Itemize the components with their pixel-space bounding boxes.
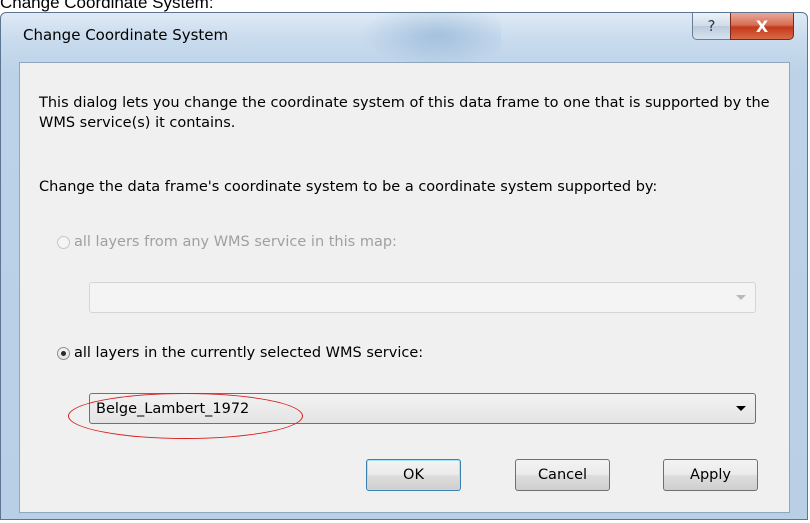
titlebar-decoration	[361, 13, 501, 68]
radio-all-services-row: all layers from any WMS service in this …	[57, 234, 397, 250]
radio-all-services[interactable]	[57, 235, 70, 249]
change-label: Change the data frame's coordinate syste…	[39, 179, 658, 195]
ok-button[interactable]: OK	[366, 459, 461, 491]
title-buttons: ? X	[692, 13, 794, 40]
chevron-down-icon	[736, 295, 746, 300]
dialog-description: This dialog lets you change the coordina…	[39, 95, 770, 131]
question-mark-icon: ?	[707, 17, 716, 35]
radio-selected-service[interactable]	[57, 346, 70, 360]
help-button[interactable]: ?	[692, 13, 730, 40]
dialog-window: Change Coordinate System ? X This dialog…	[0, 12, 808, 520]
radio-selected-service-label: all layers in the currently selected WMS…	[74, 345, 424, 361]
cancel-button[interactable]: Cancel	[515, 459, 610, 491]
radio-selected-service-row: all layers in the currently selected WMS…	[57, 345, 423, 361]
apply-button[interactable]: Apply	[663, 459, 758, 491]
dialog-body: This dialog lets you change the coordina…	[19, 62, 790, 513]
combo-selected-service[interactable]: Belge_Lambert_1972	[89, 393, 756, 424]
radio-all-services-label: all layers from any WMS service in this …	[74, 234, 397, 250]
close-icon: X	[755, 16, 769, 36]
combo-selected-service-value: Belge_Lambert_1972	[96, 400, 250, 417]
close-button[interactable]: X	[730, 13, 794, 40]
dialog-title: Change Coordinate System	[23, 26, 229, 44]
chevron-down-icon	[736, 406, 746, 411]
combo-all-services[interactable]	[89, 282, 756, 313]
